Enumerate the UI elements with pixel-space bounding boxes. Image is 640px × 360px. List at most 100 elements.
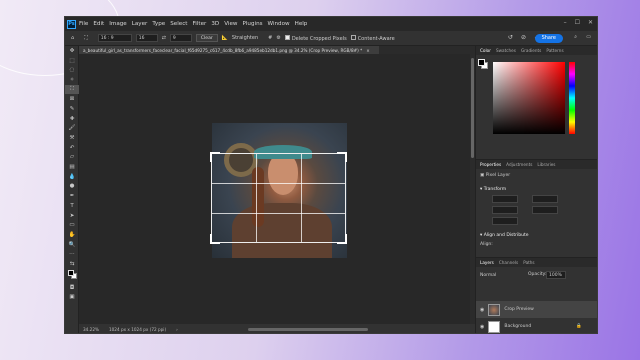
crop-handle-top-left[interactable] — [210, 152, 220, 162]
menu-window[interactable]: Window — [268, 21, 290, 27]
content-aware-option[interactable]: Content-Aware — [350, 34, 395, 42]
pixel-layer-label: Pixel Layer — [485, 173, 511, 178]
undo-icon[interactable]: ↺ — [508, 34, 513, 41]
more-tools-icon[interactable]: ⋯ — [65, 249, 79, 259]
gear-icon[interactable]: ⚙ — [276, 35, 280, 41]
swap-icon[interactable]: ⇄ — [162, 35, 166, 41]
quick-mask-icon[interactable]: ◘ — [65, 283, 79, 293]
ratio-height-field[interactable]: 9 — [169, 34, 192, 42]
hand-tool-icon[interactable]: ✋ — [65, 230, 79, 240]
menu-help[interactable]: Help — [295, 21, 308, 27]
move-tool-icon[interactable]: ✥ — [65, 46, 79, 56]
home-icon[interactable]: ⌂ — [71, 35, 74, 41]
menu-3d[interactable]: 3D — [211, 21, 219, 27]
lasso-tool-icon[interactable]: ◌ — [65, 65, 79, 75]
hue-slider[interactable] — [569, 62, 575, 134]
eye-icon[interactable]: ◉ — [480, 324, 484, 330]
gradient-tool-icon[interactable]: ▤ — [65, 162, 79, 172]
pen-tool-icon[interactable]: ✒ — [65, 191, 79, 201]
crop-handle-bottom-left[interactable] — [210, 234, 220, 244]
delete-cropped-option[interactable]: Delete Cropped Pixels — [284, 34, 347, 42]
maximize-icon[interactable]: ☐ — [575, 19, 580, 26]
tab-paths[interactable]: Paths — [523, 260, 534, 265]
crop-box[interactable] — [210, 152, 347, 244]
brush-tool-icon[interactable]: 🖌 — [65, 124, 79, 134]
align-section[interactable]: ▾ Align and Distribute — [480, 233, 528, 238]
path-select-icon[interactable]: ➤ — [65, 211, 79, 221]
ratio-select[interactable]: 16 : 9 — [97, 34, 132, 42]
transform-w-field[interactable] — [492, 195, 518, 203]
menu-plugins[interactable]: Plugins — [243, 21, 263, 27]
crop-tool-icon-active[interactable]: ⛶ — [65, 84, 79, 95]
tab-layers[interactable]: Layers — [480, 260, 494, 265]
close-icon[interactable]: ✕ — [588, 19, 593, 26]
frame-tool-icon[interactable]: ⊠ — [65, 94, 79, 104]
eyedropper-tool-icon[interactable]: ✎ — [65, 104, 79, 114]
menu-file[interactable]: File — [79, 21, 88, 27]
transform-y-field[interactable] — [532, 206, 558, 214]
tab-color[interactable]: Color — [480, 48, 491, 53]
tab-patterns[interactable]: Patterns — [546, 48, 563, 53]
transform-h-field[interactable] — [532, 195, 558, 203]
share-button[interactable]: Share — [534, 34, 563, 43]
ratio-width-field[interactable]: 16 — [135, 34, 158, 42]
menu-view[interactable]: View — [224, 21, 237, 27]
menu-type[interactable]: Type — [152, 21, 165, 27]
menu-edit[interactable]: Edit — [93, 21, 104, 27]
healing-tool-icon[interactable]: ✚ — [65, 114, 79, 124]
canvas-area[interactable] — [79, 54, 470, 324]
workspace-icon[interactable]: ▭ — [586, 34, 591, 40]
history-brush-icon[interactable]: ↶ — [65, 143, 79, 153]
zoom-tool-icon[interactable]: 🔍 — [65, 240, 79, 250]
blur-tool-icon[interactable]: 💧 — [65, 172, 79, 182]
search-icon[interactable]: ⌕ — [574, 34, 577, 40]
shape-tool-icon[interactable]: ▭ — [65, 220, 79, 230]
transform-x-field[interactable] — [492, 206, 518, 214]
menu-image[interactable]: Image — [109, 21, 127, 27]
tab-gradients[interactable]: Gradients — [521, 48, 541, 53]
menu-select[interactable]: Select — [170, 21, 187, 27]
close-tab-icon[interactable]: × — [366, 48, 370, 53]
transform-angle-field[interactable] — [492, 217, 518, 225]
eraser-tool-icon[interactable]: ▱ — [65, 153, 79, 163]
layer-row-crop-preview[interactable]: ◉ Crop Preview — [476, 301, 597, 318]
tab-swatches[interactable]: Swatches — [496, 48, 516, 53]
status-arrow-icon[interactable]: › — [176, 327, 178, 332]
menu-filter[interactable]: Filter — [192, 21, 206, 27]
clear-button[interactable]: Clear — [195, 34, 218, 42]
tab-libraries[interactable]: Libraries — [537, 162, 555, 167]
marquee-tool-icon[interactable]: ⬚ — [65, 56, 79, 66]
foreground-color-swatch[interactable] — [478, 59, 485, 66]
color-picker-field[interactable] — [493, 62, 565, 134]
zoom-level[interactable]: 34.22% — [83, 327, 99, 332]
swap-colors-icon[interactable]: ⇆ — [65, 259, 79, 269]
eye-icon[interactable]: ◉ — [480, 307, 484, 313]
minimize-icon[interactable]: – — [564, 19, 567, 26]
content-aware-checkbox[interactable] — [350, 34, 356, 40]
horizontal-scroll-thumb[interactable] — [247, 328, 368, 331]
opacity-field[interactable]: 100% — [546, 271, 566, 279]
magic-wand-tool-icon[interactable]: ✧ — [65, 75, 79, 85]
cancel-icon[interactable]: ⊘ — [521, 34, 526, 41]
tab-adjustments[interactable]: Adjustments — [506, 162, 532, 167]
grid-overlay-icon[interactable]: # — [268, 35, 272, 41]
color-swatches-icon[interactable] — [65, 269, 79, 283]
dodge-tool-icon[interactable]: ● — [65, 182, 79, 192]
tab-channels[interactable]: Channels — [499, 260, 518, 265]
delete-cropped-checkbox[interactable] — [284, 34, 290, 40]
layer-row-background[interactable]: ◉ Background 🔒 — [476, 318, 586, 333]
document-tab[interactable]: a_beautiful_girl_as_transformers_facecle… — [79, 46, 379, 54]
text-tool-icon[interactable]: T — [65, 201, 79, 211]
menu-layer[interactable]: Layer — [132, 21, 148, 27]
screen-mode-icon[interactable]: ▣ — [65, 293, 79, 303]
stamp-tool-icon[interactable]: ⚒ — [65, 133, 79, 143]
transform-section[interactable]: ▾ Transform — [480, 187, 506, 192]
tab-properties[interactable]: Properties — [480, 162, 501, 167]
straighten-icon[interactable]: 📐 — [222, 35, 228, 41]
vertical-scroll-thumb[interactable] — [471, 58, 474, 158]
crop-handle-bottom-right[interactable] — [337, 234, 347, 244]
align-sublabel: Align: — [480, 242, 493, 247]
crop-tool-icon[interactable]: ⛶ — [84, 35, 88, 41]
crop-handle-top-right[interactable] — [337, 152, 347, 162]
blend-mode-select[interactable]: Normal — [478, 271, 520, 279]
